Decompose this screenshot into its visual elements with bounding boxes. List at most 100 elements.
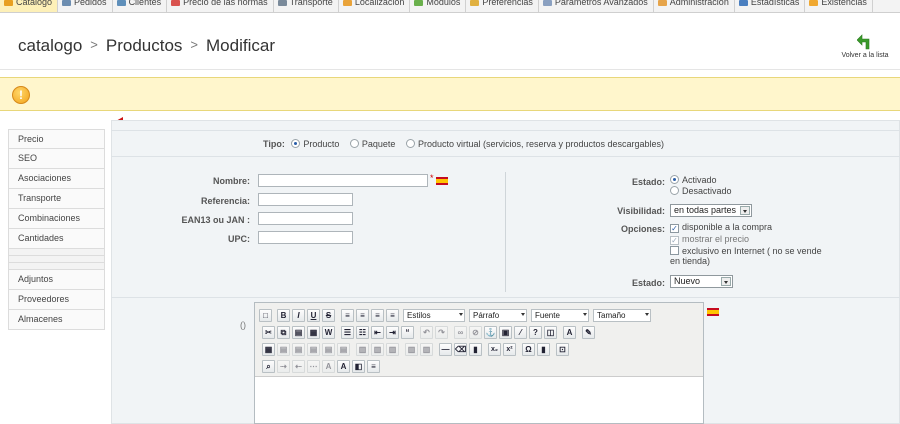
paste-word-icon[interactable]: W <box>322 326 335 339</box>
referencia-input[interactable] <box>258 193 353 206</box>
align-center-icon[interactable]: ≡ <box>356 309 369 322</box>
find-replace-icon[interactable]: ⌕ <box>262 360 275 373</box>
styleprops-icon[interactable]: A <box>322 360 335 373</box>
sidebar-item-empty[interactable] <box>8 249 105 256</box>
align-right-icon[interactable]: ≡ <box>371 309 384 322</box>
tipo-producto-radio[interactable]: Producto <box>291 139 339 149</box>
sidebar-item[interactable]: Transporte <box>8 189 105 209</box>
top-menu-tab[interactable]: Catálogo <box>0 0 59 12</box>
sidebar-item[interactable]: Proveedores <box>8 290 105 310</box>
horizontal-rule-icon[interactable]: — <box>439 343 452 356</box>
delete-row-icon[interactable]: ▤ <box>337 343 350 356</box>
ltr-icon[interactable]: ⇢ <box>277 360 290 373</box>
fullscreen-icon[interactable]: ⊡ <box>556 343 569 356</box>
split-cells-icon[interactable]: ▥ <box>405 343 418 356</box>
page-break-icon[interactable]: ≡ <box>367 360 380 373</box>
help-icon[interactable]: ? <box>529 326 542 339</box>
sidebar-item[interactable]: Almacenes <box>8 310 105 330</box>
superscript-icon[interactable]: x² <box>503 343 516 356</box>
top-menu-tab[interactable]: Transporte <box>274 0 339 12</box>
indent-icon[interactable]: ⇥ <box>386 326 399 339</box>
anchor-icon[interactable]: ⚓ <box>484 326 497 339</box>
bullet-list-icon[interactable]: ☰ <box>341 326 354 339</box>
tipo-virtual-radio[interactable]: Producto virtual (servicios, reserva y p… <box>405 139 664 149</box>
align-justify-icon[interactable]: ≡ <box>386 309 399 322</box>
sidebar-item[interactable]: Cantidades <box>8 229 105 249</box>
image-icon[interactable]: ▣ <box>499 326 512 339</box>
paste-icon[interactable]: ▤ <box>292 326 305 339</box>
sidebar-item-empty[interactable] <box>8 256 105 263</box>
condicion-select[interactable]: Nuevo <box>670 275 733 288</box>
media-icon[interactable]: ▮ <box>537 343 550 356</box>
redo-icon[interactable]: ↷ <box>435 326 448 339</box>
insert-row-before-icon[interactable]: ▤ <box>307 343 320 356</box>
cleanup-icon[interactable]: ⁄ <box>514 326 527 339</box>
subscript-icon[interactable]: x₂ <box>488 343 501 356</box>
opcion-disponible-checkbox[interactable]: ✓ disponible a la compra <box>670 222 772 233</box>
sidebar-item[interactable]: Asociaciones <box>8 169 105 189</box>
rtl-icon[interactable]: ⇠ <box>292 360 305 373</box>
undo-icon[interactable]: ↶ <box>420 326 433 339</box>
opcion-mostrar-precio-checkbox[interactable]: ✓ mostrar el precio <box>670 234 749 245</box>
tipo-paquete-radio[interactable]: Paquete <box>349 139 395 149</box>
insert-col-before-icon[interactable]: ▥ <box>356 343 369 356</box>
numbered-list-icon[interactable]: ☷ <box>356 326 369 339</box>
remove-format-icon[interactable]: ⌫ <box>454 343 467 356</box>
row-props-icon[interactable]: ▤ <box>277 343 290 356</box>
ean-input[interactable] <box>258 212 353 225</box>
paragraph-select[interactable]: Párrafo <box>469 309 527 322</box>
top-menu-tab[interactable]: Precio de las normas <box>167 0 274 12</box>
top-menu-tab[interactable]: Preferencias <box>466 0 539 12</box>
copy-icon[interactable]: ⧉ <box>277 326 290 339</box>
sidebar-item[interactable]: Adjuntos <box>8 270 105 290</box>
strikethrough-icon[interactable]: S <box>322 309 335 322</box>
estado-activado-radio[interactable]: Activado <box>670 175 717 185</box>
top-menu-tab[interactable]: Pedidos <box>58 0 113 12</box>
special-char-icon[interactable]: Ω <box>522 343 535 356</box>
paste-text-icon[interactable]: ▦ <box>307 326 320 339</box>
delete-col-icon[interactable]: ▥ <box>386 343 399 356</box>
rich-text-editor[interactable]: □ B I U S ≡ ≡ ≡ ≡ Estilos Párrafo Fuente… <box>254 302 704 424</box>
unlink-icon[interactable]: ⊘ <box>469 326 482 339</box>
estado-desactivado-radio[interactable]: Desactivado <box>670 186 732 196</box>
align-left-icon[interactable]: ≡ <box>341 309 354 322</box>
top-menu-tab[interactable]: Clientes <box>113 0 168 12</box>
insert-table-icon[interactable]: ▦ <box>262 343 275 356</box>
top-menu-tab[interactable]: Estadísticas <box>735 0 806 12</box>
spanish-flag-icon[interactable] <box>436 177 448 185</box>
breadcrumb-catalog[interactable]: catalogo <box>18 36 82 55</box>
top-menu-tab[interactable]: Administración <box>654 0 735 12</box>
new-document-icon[interactable]: □ <box>259 309 272 322</box>
code-icon[interactable]: ◫ <box>544 326 557 339</box>
cut-icon[interactable]: ✂ <box>262 326 275 339</box>
italic-icon[interactable]: I <box>292 309 305 322</box>
sidebar-item[interactable]: Combinaciones <box>8 209 105 229</box>
spanish-flag-icon[interactable] <box>707 308 719 316</box>
styles-select[interactable]: Estilos <box>403 309 465 322</box>
text-style-icon[interactable]: A <box>337 360 350 373</box>
insert-col-after-icon[interactable]: ▥ <box>371 343 384 356</box>
background-color-icon[interactable]: ✎ <box>582 326 595 339</box>
sidebar-item[interactable]: Precio <box>8 129 105 149</box>
sidebar-item-empty[interactable] <box>8 263 105 270</box>
visual-aid-icon[interactable]: ▮ <box>469 343 482 356</box>
outdent-icon[interactable]: ⇤ <box>371 326 384 339</box>
nonbreaking-icon[interactable]: ⋯ <box>307 360 320 373</box>
top-menu-tab[interactable]: Localización <box>339 0 411 12</box>
top-menu-tab[interactable]: Módulos <box>410 0 467 12</box>
size-select[interactable]: Tamaño <box>593 309 651 322</box>
underline-icon[interactable]: U <box>307 309 320 322</box>
nombre-input[interactable] <box>258 174 428 187</box>
sidebar-item[interactable]: SEO <box>8 149 105 169</box>
breadcrumb-products[interactable]: Productos <box>106 36 183 55</box>
text-color-icon[interactable]: A <box>563 326 576 339</box>
back-to-list-button[interactable]: Volver a la lista <box>838 32 892 66</box>
visibilidad-select[interactable]: en todas partes <box>670 204 752 217</box>
blockquote-icon[interactable]: “ <box>401 326 414 339</box>
insert-row-after-icon[interactable]: ▤ <box>322 343 335 356</box>
opcion-exclusivo-checkbox[interactable]: exclusivo en Internet ( no se vende en t… <box>670 246 830 266</box>
upc-input[interactable] <box>258 231 353 244</box>
bold-icon[interactable]: B <box>277 309 290 322</box>
font-select[interactable]: Fuente <box>531 309 589 322</box>
link-icon[interactable]: ∞ <box>454 326 467 339</box>
